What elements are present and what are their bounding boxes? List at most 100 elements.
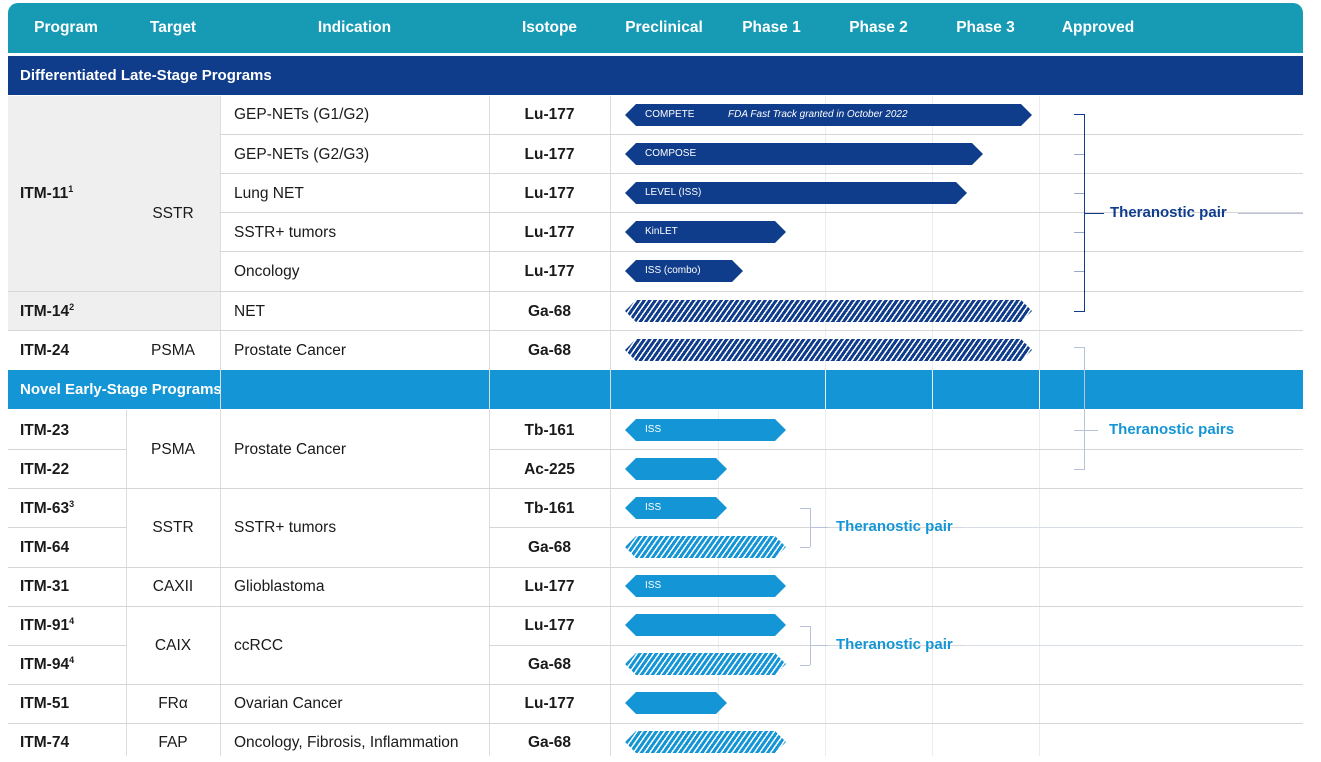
header-phase3: Phase 3 xyxy=(956,19,1015,36)
target-name: SSTR xyxy=(152,205,194,222)
isotope-text: Ga-68 xyxy=(527,734,572,751)
theranostic-pairs-label: Theranostic pairs xyxy=(1109,421,1235,438)
indication-text: GEP-NETs (G2/G3) xyxy=(234,146,370,163)
bracket-tick xyxy=(1074,193,1084,194)
bar-note: FDA Fast Track granted in October 2022 xyxy=(728,109,908,120)
bar-label: COMPETE xyxy=(645,109,695,120)
bracket-tail xyxy=(963,527,1303,528)
indication-text: Prostate Cancer xyxy=(234,441,346,458)
indication-text: NET xyxy=(234,303,265,320)
isotope-text: Lu-177 xyxy=(524,224,575,241)
isotope-text: Tb-161 xyxy=(524,422,575,439)
pipeline-bar xyxy=(625,458,727,480)
bar-label: COMPOSE xyxy=(645,148,697,159)
program-name: ITM-944 xyxy=(20,654,75,673)
header-isotope: Isotope xyxy=(521,19,578,36)
phase-gridline xyxy=(1039,96,1040,756)
program-name: ITM-51 xyxy=(20,695,70,712)
row-divider xyxy=(8,488,1303,489)
indication-text: ccRCC xyxy=(234,637,284,654)
bracket-line xyxy=(1084,347,1085,470)
pipeline-bar xyxy=(625,536,786,558)
pipeline-bar xyxy=(625,731,786,753)
bar-label: ISS xyxy=(645,580,662,591)
isotope-text: Ga-68 xyxy=(527,342,572,359)
itm14-target-bg xyxy=(126,292,220,330)
header-program: Program xyxy=(34,19,98,36)
indication-text: Oncology xyxy=(234,263,300,280)
program-name: ITM-23 xyxy=(20,422,70,439)
isotope-text: Lu-177 xyxy=(524,695,575,712)
indication-text: Ovarian Cancer xyxy=(234,695,343,712)
program-name: ITM-64 xyxy=(20,539,70,556)
indication-text: SSTR+ tumors xyxy=(234,519,337,536)
bracket-tick xyxy=(800,665,810,666)
header-approved: Approved xyxy=(1061,19,1135,36)
indication-text: Lung NET xyxy=(234,185,304,202)
pipeline-bar xyxy=(625,497,727,519)
row-divider xyxy=(489,449,1303,450)
pipeline-bar xyxy=(625,300,1032,322)
isotope-text: Lu-177 xyxy=(524,578,575,595)
section-early-stage: Novel Early-Stage Programs xyxy=(8,370,1303,409)
indication-text: Prostate Cancer xyxy=(234,342,346,359)
bar-label: ISS (combo) xyxy=(645,265,701,276)
indication-text: Glioblastoma xyxy=(234,578,325,595)
row-divider xyxy=(8,606,1303,607)
isotope-text: Lu-177 xyxy=(524,185,575,202)
indication-text: SSTR+ tumors xyxy=(234,224,337,241)
section-late-stage: Differentiated Late-Stage Programs xyxy=(8,56,1303,95)
bracket-tick xyxy=(1074,311,1084,312)
isotope-text: Lu-177 xyxy=(524,617,575,634)
program-name: ITM-633 xyxy=(20,498,75,517)
bracket-connector xyxy=(810,527,828,528)
isotope-text: Ga-68 xyxy=(527,539,572,556)
bracket-tick xyxy=(1074,347,1084,348)
program-name: ITM-22 xyxy=(20,461,70,478)
pipeline-bar xyxy=(625,614,786,636)
pipeline-bar xyxy=(625,692,727,714)
header-indication: Indication xyxy=(317,19,392,36)
target-name: PSMA xyxy=(151,441,195,458)
section-late-stage-label: Differentiated Late-Stage Programs xyxy=(20,67,272,84)
col-divider xyxy=(220,96,221,756)
indication-text: GEP-NETs (G1/G2) xyxy=(234,106,370,123)
program-name: ITM-31 xyxy=(20,578,70,595)
theranostic-pair-label: Theranostic pair xyxy=(1110,204,1227,221)
bracket-connector xyxy=(810,645,828,646)
program-name: ITM-142 xyxy=(20,301,75,320)
bracket-connector xyxy=(1084,213,1104,214)
isotope-text: Lu-177 xyxy=(524,263,575,280)
bracket-tick xyxy=(800,508,810,509)
bracket-tail xyxy=(963,645,1303,646)
target-name: FRα xyxy=(158,695,188,712)
isotope-text: Ga-68 xyxy=(527,656,572,673)
program-name: ITM-111 xyxy=(20,183,74,202)
row-divider xyxy=(220,173,1303,174)
header-phase1: Phase 1 xyxy=(742,19,801,36)
pipeline-bar xyxy=(625,653,786,675)
header-phase2: Phase 2 xyxy=(849,19,908,36)
target-name: FAP xyxy=(158,734,188,751)
section-early-stage-label: Novel Early-Stage Programs xyxy=(20,381,222,398)
bracket-tick xyxy=(1074,469,1084,470)
header-target: Target xyxy=(149,19,197,36)
target-name: SSTR xyxy=(152,519,194,536)
bar-label: LEVEL (ISS) xyxy=(645,187,702,198)
bracket-tick xyxy=(800,547,810,548)
target-name: PSMA xyxy=(151,342,195,359)
isotope-text: Ga-68 xyxy=(527,303,572,320)
row-divider xyxy=(8,291,1303,292)
bar-label: ISS xyxy=(645,502,662,513)
target-name: CAXII xyxy=(152,578,194,595)
header-preclinical: Preclinical xyxy=(625,19,703,36)
isotope-text: Lu-177 xyxy=(524,146,575,163)
theranostic-pair-label: Theranostic pair xyxy=(836,636,953,653)
col-divider xyxy=(610,96,611,756)
bracket-connector xyxy=(1074,430,1098,431)
program-name: ITM-74 xyxy=(20,734,70,751)
bracket-tick xyxy=(1074,232,1084,233)
isotope-text: Tb-161 xyxy=(524,500,575,517)
bar-label: KinLET xyxy=(645,226,678,237)
target-name: CAIX xyxy=(154,637,192,654)
